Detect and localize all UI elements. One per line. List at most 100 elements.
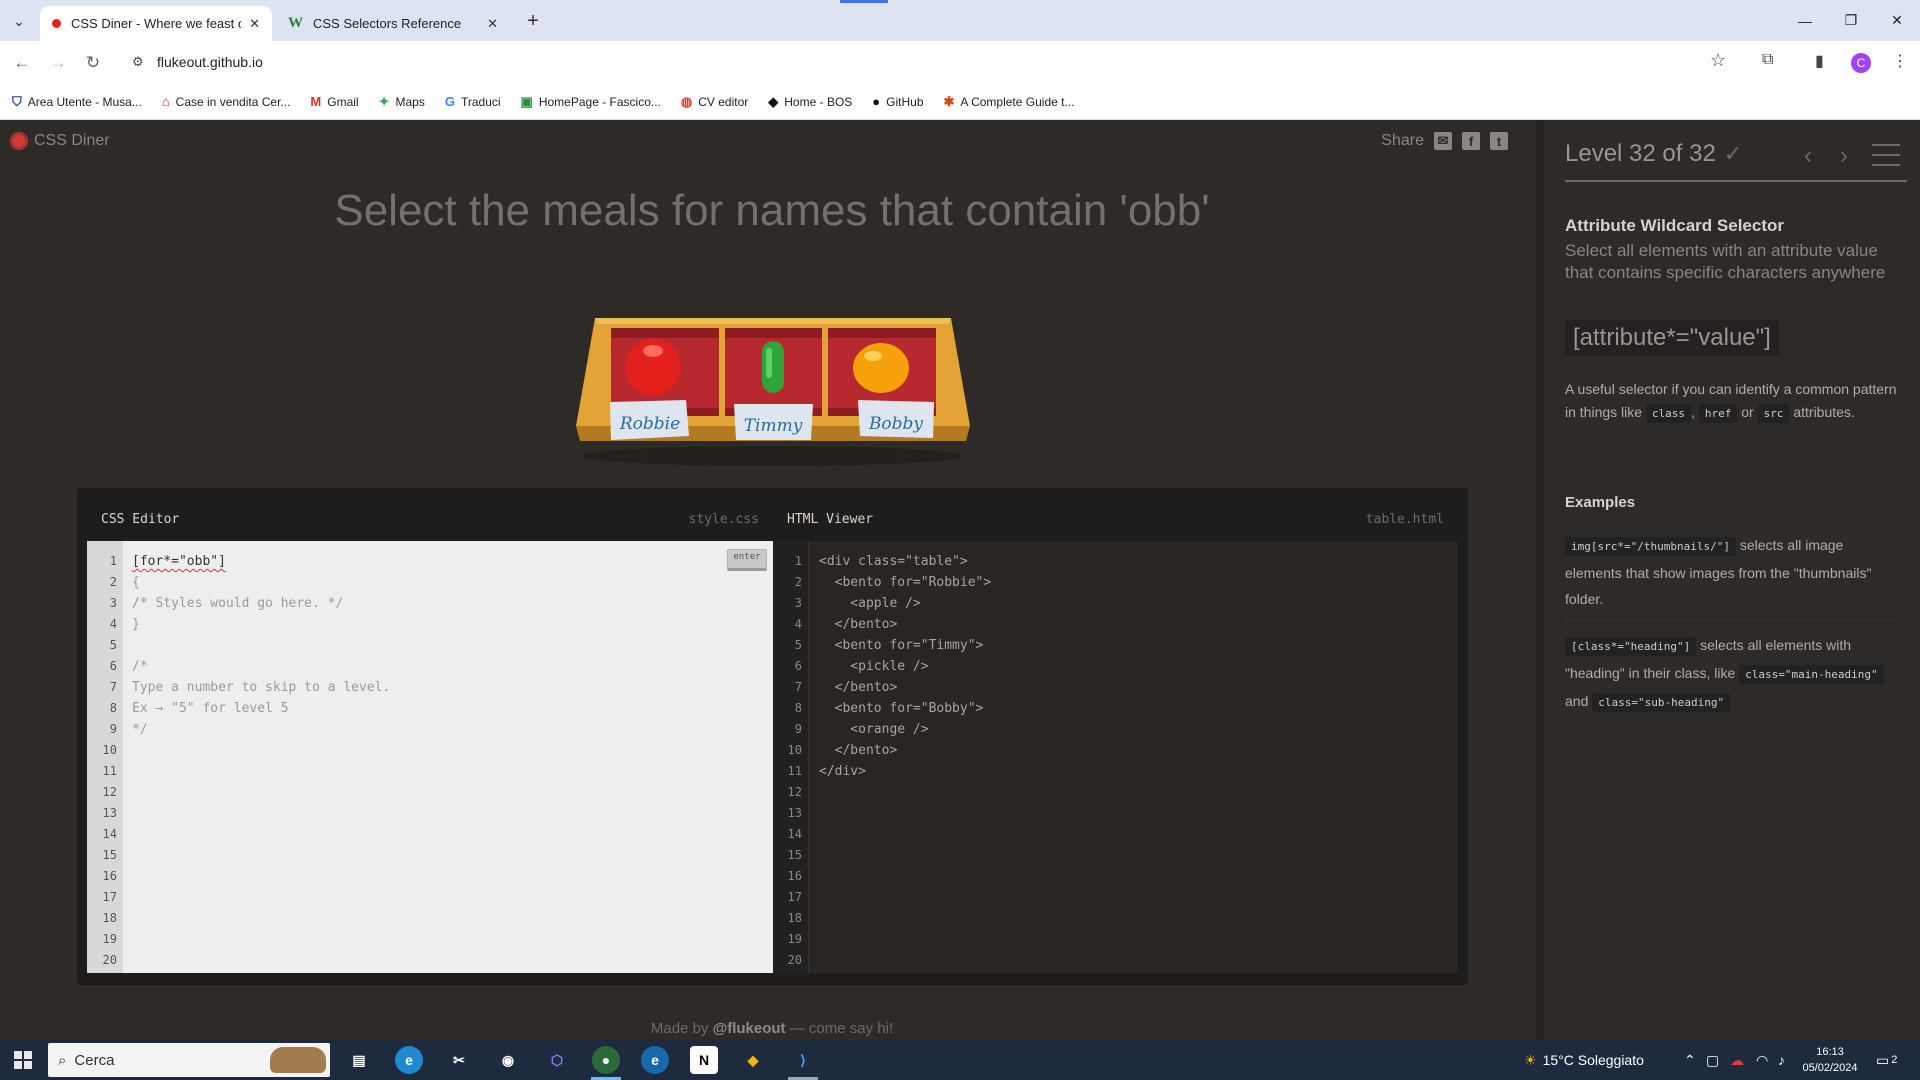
bookmark-label: HomePage - Fascico... — [538, 94, 661, 109]
email-icon[interactable]: ✉ — [1434, 132, 1452, 150]
page-icon: ▣ — [520, 93, 533, 109]
html-line[interactable]: <pickle /> — [819, 656, 991, 677]
bookmark-item[interactable]: ⌂ Case in vendita Cer... — [162, 94, 291, 109]
line-number: 5 — [794, 638, 802, 652]
html-line[interactable]: </bento> — [819, 740, 991, 761]
html-line[interactable]: <bento for="Robbie"> — [819, 572, 992, 593]
bos-icon: ◆ — [768, 93, 779, 109]
edge-beta-icon[interactable]: e — [641, 1046, 669, 1074]
html-line[interactable]: <bento for="Timmy"> — [819, 635, 991, 656]
restore-button[interactable]: ❐ — [1828, 0, 1874, 41]
code-line: { — [132, 575, 140, 590]
bookmark-item[interactable]: ✦ Maps — [379, 94, 425, 110]
notification-count: 2 — [1891, 1054, 1898, 1066]
tab-css-diner[interactable]: CSS Diner - Where we feast on ✕ — [40, 6, 272, 41]
bookmark-item[interactable]: M Gmail — [310, 94, 358, 109]
bookmark-item[interactable]: ◍ CV editor — [681, 94, 748, 110]
chevron-up-icon[interactable]: ⌃ — [1684, 1040, 1696, 1080]
next-level-icon[interactable]: › — [1840, 142, 1848, 170]
author-link[interactable]: @flukeout — [713, 1020, 786, 1037]
line-number: 17 — [102, 890, 117, 904]
onedrive-icon[interactable]: ☁ — [1730, 1040, 1744, 1080]
clock[interactable]: 16:13 05/02/2024 — [1800, 1044, 1860, 1076]
bookmark-label: CV editor — [698, 94, 749, 109]
volume-icon[interactable]: ♪ — [1778, 1040, 1785, 1080]
pickle-icon — [762, 341, 784, 393]
bookmark-star-icon[interactable]: ☆ — [1710, 50, 1726, 71]
brand[interactable]: CSS Diner — [10, 132, 110, 150]
page-content: CSS Diner Share ✉ f t Select the meals f… — [0, 120, 1920, 1040]
close-icon[interactable]: ✕ — [249, 16, 260, 32]
facebook-icon[interactable]: f — [1462, 132, 1480, 150]
share-label: Share — [1381, 132, 1424, 149]
site-info-icon[interactable]: ⚙ — [132, 54, 144, 70]
meet-now-icon[interactable]: ▢ — [1706, 1040, 1719, 1080]
html-line[interactable]: <apple /> — [819, 593, 991, 614]
line-number: 6 — [109, 659, 117, 673]
window-close-button[interactable]: ✕ — [1874, 0, 1920, 41]
forward-button[interactable]: → — [45, 50, 71, 76]
css-selector-input[interactable]: [for*="obb"] — [132, 551, 390, 572]
task-view-icon[interactable]: ▤ — [345, 1046, 373, 1074]
app-hexagon-icon[interactable]: ⬡ — [543, 1046, 571, 1074]
profile-avatar[interactable]: C — [1851, 53, 1871, 73]
menu-kebab-icon[interactable]: ⋮ — [1892, 51, 1908, 71]
bookmark-item[interactable]: ▣ HomePage - Fascico... — [521, 94, 661, 110]
code-line: } — [132, 617, 140, 632]
tab-drag-indicator — [840, 0, 888, 3]
edge-icon[interactable]: e — [395, 1046, 423, 1074]
weather-widget[interactable]: ☀ 15°C Soleggiato — [1524, 1040, 1644, 1080]
level-menu-icon[interactable] — [1872, 144, 1900, 174]
html-line[interactable]: </div> — [819, 761, 991, 782]
html-viewer-header: HTML Viewer table.html — [773, 498, 1458, 540]
address-bar[interactable]: ⚙ flukeout.github.io — [124, 46, 1716, 80]
twitter-icon[interactable]: t — [1490, 132, 1508, 150]
chrome-icon[interactable]: ● — [592, 1046, 620, 1074]
steam-icon[interactable]: ◉ — [494, 1046, 522, 1074]
name-card-robbie: Robbie — [610, 400, 689, 440]
capcut-icon[interactable]: ✂ — [445, 1046, 473, 1074]
enter-button[interactable]: enter — [727, 549, 767, 571]
start-button[interactable] — [14, 1051, 32, 1069]
line-number: 1 — [109, 554, 117, 568]
vscode-icon[interactable]: ⟩ — [789, 1046, 817, 1074]
line-number: 4 — [109, 617, 117, 631]
minimize-button[interactable]: — — [1782, 0, 1828, 41]
html-line[interactable]: </bento> — [819, 677, 991, 698]
maps-icon: ✦ — [378, 93, 390, 109]
line-number: 8 — [109, 701, 117, 715]
html-line[interactable]: <div class="table"> — [819, 551, 991, 572]
bookmark-item[interactable]: ✱ A Complete Guide t... — [944, 94, 1075, 110]
tab-css-selectors-reference[interactable]: W CSS Selectors Reference ✕ — [276, 6, 510, 41]
bookmark-item[interactable]: ⛉ Area Utente - Musa... — [12, 94, 142, 110]
taskbar-search[interactable]: ⌕ Cerca — [48, 1043, 330, 1077]
extensions-icon[interactable]: ⧉ — [1762, 51, 1773, 69]
reload-button[interactable]: ↻ — [80, 50, 106, 76]
bookmark-item[interactable]: ● GitHub — [872, 94, 923, 109]
line-number: 10 — [787, 743, 802, 757]
tab-search-button[interactable]: ⌄ — [6, 8, 32, 34]
bookmark-item[interactable]: ◆ Home - BOS — [768, 94, 852, 110]
html-line[interactable]: <orange /> — [819, 719, 991, 740]
css-editor[interactable]: 1 2 3 4 5 6 7 8 9 10 11 12 13 14 15 16 17 18 19 20 [for*="o… — [87, 541, 773, 973]
bookmark-label: GitHub — [886, 94, 924, 109]
line-number: 13 — [102, 806, 117, 820]
back-button[interactable]: ← — [9, 50, 35, 76]
level-indicator[interactable]: Level 32 of 32 — [1565, 140, 1716, 168]
html-line[interactable]: <bento for="Bobby"> — [819, 698, 991, 719]
pane-divider[interactable] — [1536, 120, 1544, 1040]
bento-timmy[interactable] — [725, 328, 822, 416]
bookmark-label: Traduci — [460, 94, 501, 109]
code-line: Type a number to skip to a level. — [132, 680, 391, 695]
line-number: 3 — [794, 596, 802, 610]
previous-level-icon[interactable]: ‹ — [1804, 142, 1812, 170]
html-line[interactable]: </bento> — [819, 614, 991, 635]
new-tab-button[interactable]: + — [520, 8, 546, 34]
side-panel-icon[interactable]: ▮ — [1815, 51, 1824, 71]
bookmark-item[interactable]: G Traduci — [445, 94, 501, 109]
notification-center[interactable]: ▭ 2 — [1876, 1040, 1897, 1080]
close-icon[interactable]: ✕ — [487, 16, 498, 32]
git-kraken-icon[interactable]: ◆ — [739, 1046, 767, 1074]
notion-icon[interactable]: N — [690, 1046, 718, 1074]
network-icon[interactable]: ◠ — [1756, 1040, 1768, 1080]
